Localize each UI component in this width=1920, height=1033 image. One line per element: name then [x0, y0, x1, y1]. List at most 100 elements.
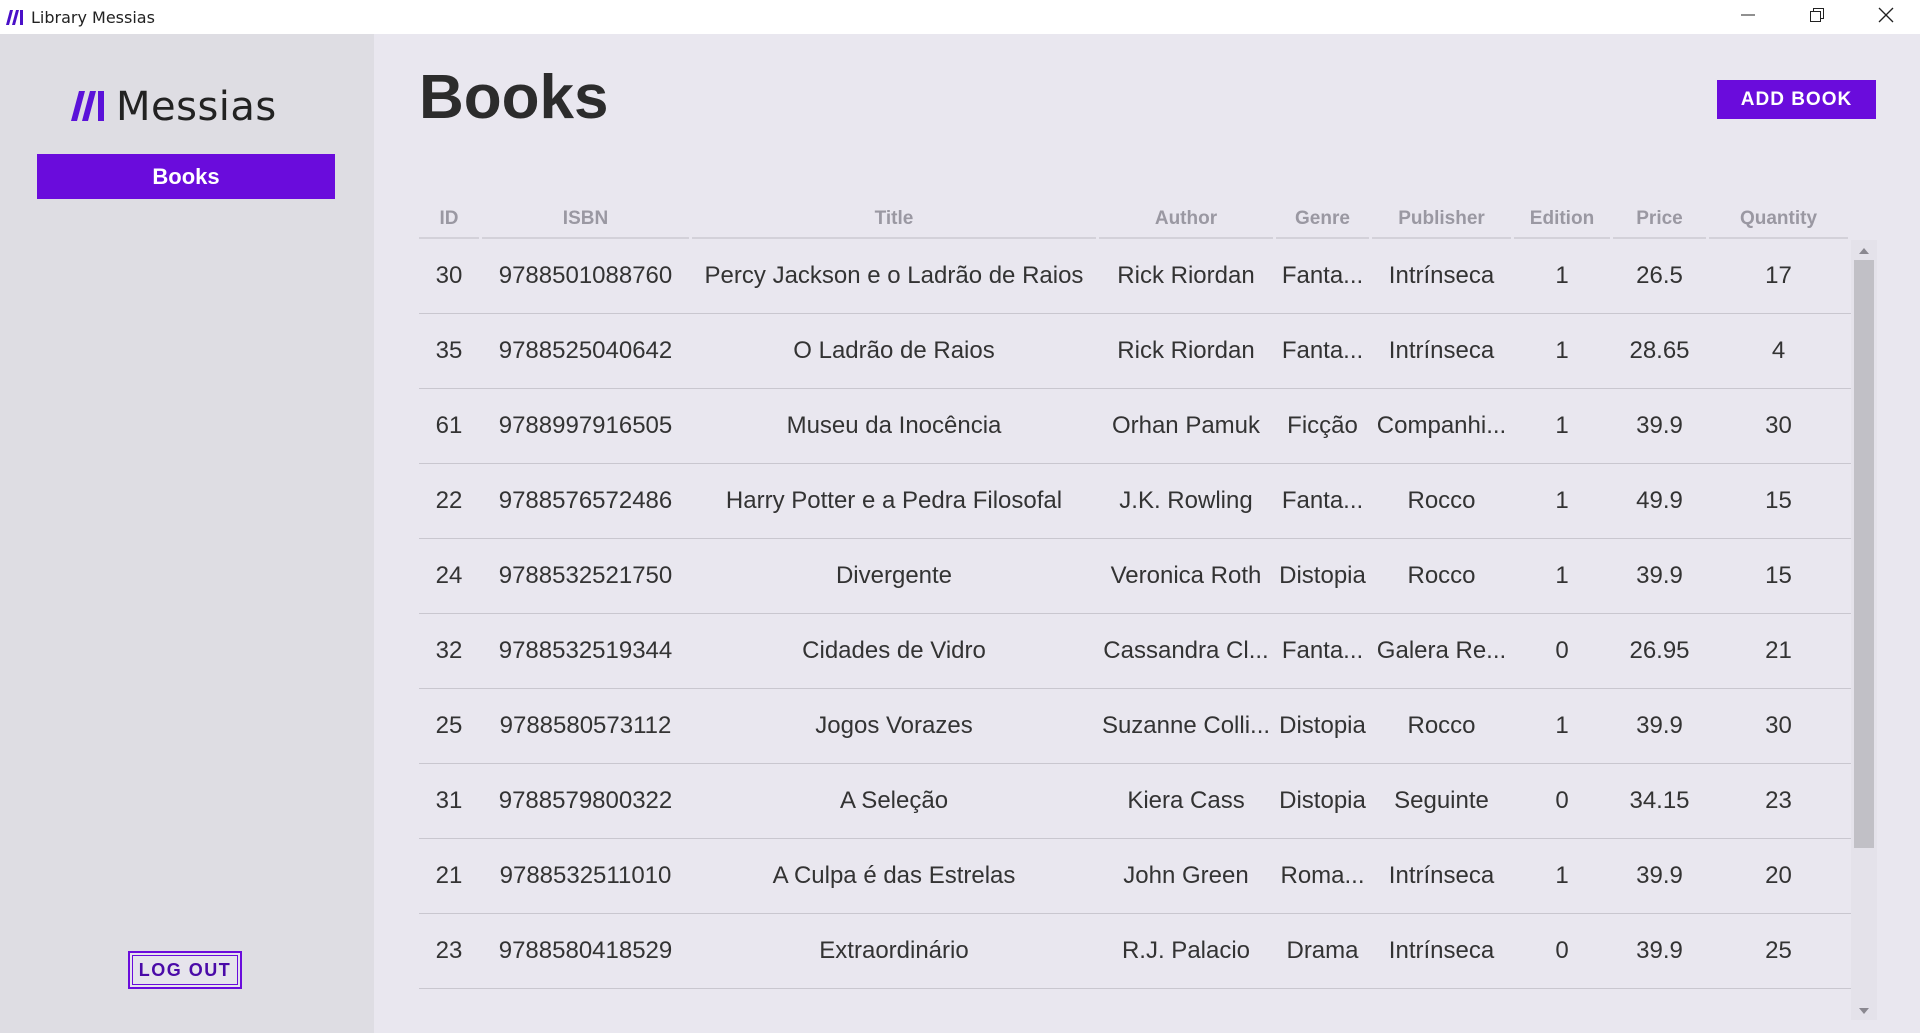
cell-author: Suzanne Colli...: [1101, 712, 1271, 739]
table-row[interactable]: 22 9788576572486 Harry Potter e a Pedra Fi…: [419, 464, 1851, 539]
cell-title: A Seleção: [839, 787, 949, 814]
table-row[interactable]: 61 9788997916505 Museu da Inocência Orhan P…: [419, 389, 1851, 464]
cell-isbn: 9788580573112: [499, 712, 672, 739]
cell-genre: Fanta...: [1281, 637, 1364, 664]
cell-price: 39.9: [1636, 412, 1683, 439]
sidebar-item-books[interactable]: Books: [37, 154, 335, 199]
cell-title: O Ladrão de Raios: [793, 337, 995, 364]
table-row[interactable]: 31 9788579800322 A Seleção Kiera Cass Distop…: [419, 764, 1851, 839]
cell-publisher: Galera Re...: [1376, 637, 1507, 664]
cell-isbn: 9788532519344: [498, 637, 673, 664]
cell-publisher: Intrínseca: [1388, 337, 1495, 364]
window-controls: [1713, 0, 1920, 34]
cell-quantity: 17: [1765, 262, 1792, 289]
cell-price: 39.9: [1636, 712, 1683, 739]
minimize-icon: [1740, 8, 1755, 27]
cell-title: Extraordinário: [819, 937, 969, 964]
cell-quantity: 23: [1765, 787, 1792, 814]
cell-quantity: 20: [1765, 862, 1792, 889]
table-row[interactable]: 21 9788532511010 A Culpa é das Estrelas Joh…: [419, 839, 1851, 914]
cell-author: Cassandra Cl...: [1103, 637, 1269, 664]
cell-title: Jogos Vorazes: [815, 712, 973, 739]
logout-label: LOG OUT: [132, 955, 238, 985]
table-row[interactable]: 23 9788580418529 Extraordinário R.J. Palaci…: [419, 914, 1851, 989]
cell-isbn: 9788501088760: [498, 262, 673, 289]
cell-id: 24: [435, 562, 463, 589]
cell-price: 28.65: [1629, 337, 1690, 364]
cell-title: Divergente: [835, 562, 953, 589]
cell-author: Rick Riordan: [1117, 262, 1255, 289]
cell-edition: 1: [1555, 412, 1569, 439]
table-row[interactable]: 30 9788501088760 Percy Jackson e o Ladrão …: [419, 239, 1851, 314]
scroll-down-arrow-icon: [1859, 1001, 1869, 1019]
cell-edition: 0: [1555, 937, 1569, 964]
cell-title: Percy Jackson e o Ladrão de Raios: [704, 262, 1084, 289]
page-title: Books: [419, 63, 609, 132]
cell-edition: 1: [1555, 487, 1569, 514]
cell-publisher: Rocco: [1407, 712, 1476, 739]
column-header-quantity[interactable]: Quantity: [1709, 200, 1848, 239]
minimize-button[interactable]: [1713, 0, 1782, 34]
table-body: 30 9788501088760 Percy Jackson e o Ladrão …: [419, 239, 1851, 989]
cell-edition: 1: [1555, 262, 1569, 289]
column-header-price[interactable]: Price: [1613, 200, 1706, 239]
cell-isbn: 9788580418529: [498, 937, 673, 964]
cell-price: 26.95: [1629, 637, 1690, 664]
cell-price: 26.5: [1636, 262, 1683, 289]
cell-title: Cidades de Vidro: [802, 637, 986, 664]
column-header-genre[interactable]: Genre: [1276, 200, 1369, 239]
cell-author: J.K. Rowling: [1119, 487, 1253, 514]
restore-icon: [1809, 7, 1824, 27]
title-bar: Library Messias: [0, 0, 1920, 34]
cell-author: John Green: [1123, 862, 1249, 889]
cell-genre: Distopia: [1279, 787, 1366, 814]
logout-button[interactable]: LOG OUT: [128, 951, 242, 989]
table-row[interactable]: 32 9788532519344 Cidades de Vidro Cassandra…: [419, 614, 1851, 689]
column-header-id[interactable]: ID: [419, 200, 479, 239]
vertical-scrollbar[interactable]: [1851, 240, 1877, 1020]
cell-quantity: 15: [1765, 487, 1792, 514]
books-table: ID ISBN Title Author Genre Publisher Edi…: [419, 200, 1877, 1020]
scrollbar-thumb[interactable]: [1854, 260, 1874, 848]
table-row[interactable]: 24 9788532521750 Divergente Veronica Roth Di…: [419, 539, 1851, 614]
cell-genre: Distopia: [1279, 712, 1366, 739]
column-header-author[interactable]: Author: [1099, 200, 1273, 239]
table-row[interactable]: 25 9788580573112 Jogos Vorazes Suzanne Coll…: [419, 689, 1851, 764]
cell-title: Harry Potter e a Pedra Filosofal: [725, 487, 1063, 514]
cell-quantity: 30: [1765, 712, 1792, 739]
scroll-down-button[interactable]: [1851, 1000, 1877, 1020]
column-header-title[interactable]: Title: [692, 200, 1096, 239]
close-button[interactable]: [1851, 0, 1920, 34]
add-book-button[interactable]: ADD BOOK: [1717, 80, 1876, 119]
cell-isbn: 9788532511010: [499, 862, 672, 889]
table-header: ID ISBN Title Author Genre Publisher Edi…: [419, 200, 1848, 239]
cell-id: 25: [435, 712, 463, 739]
cell-id: 30: [435, 262, 463, 289]
cell-id: 32: [435, 637, 463, 664]
close-icon: [1878, 7, 1894, 28]
cell-genre: Roma...: [1280, 862, 1365, 889]
cell-edition: 0: [1555, 637, 1569, 664]
cell-publisher: Rocco: [1407, 562, 1476, 589]
column-header-isbn[interactable]: ISBN: [482, 200, 689, 239]
cell-author: Rick Riordan: [1117, 337, 1255, 364]
table-row[interactable]: 35 9788525040642 O Ladrão de Raios Rick Rio…: [419, 314, 1851, 389]
cell-edition: 1: [1555, 562, 1569, 589]
cell-price: 39.9: [1636, 862, 1683, 889]
cell-publisher: Intrínseca: [1388, 862, 1495, 889]
cell-edition: 1: [1555, 862, 1569, 889]
cell-id: 23: [435, 937, 463, 964]
cell-isbn: 9788525040642: [498, 337, 673, 364]
cell-publisher: Intrínseca: [1388, 937, 1495, 964]
cell-title: A Culpa é das Estrelas: [772, 862, 1016, 889]
column-header-publisher[interactable]: Publisher: [1372, 200, 1511, 239]
cell-publisher: Seguinte: [1394, 787, 1489, 814]
cell-quantity: 25: [1765, 937, 1792, 964]
scroll-up-button[interactable]: [1851, 240, 1877, 260]
restore-button[interactable]: [1782, 0, 1851, 34]
cell-author: Orhan Pamuk: [1111, 412, 1261, 439]
column-header-edition[interactable]: Edition: [1514, 200, 1610, 239]
cell-isbn: 9788532521750: [498, 562, 673, 589]
cell-id: 21: [435, 862, 463, 889]
window-title: Library Messias: [31, 7, 155, 27]
